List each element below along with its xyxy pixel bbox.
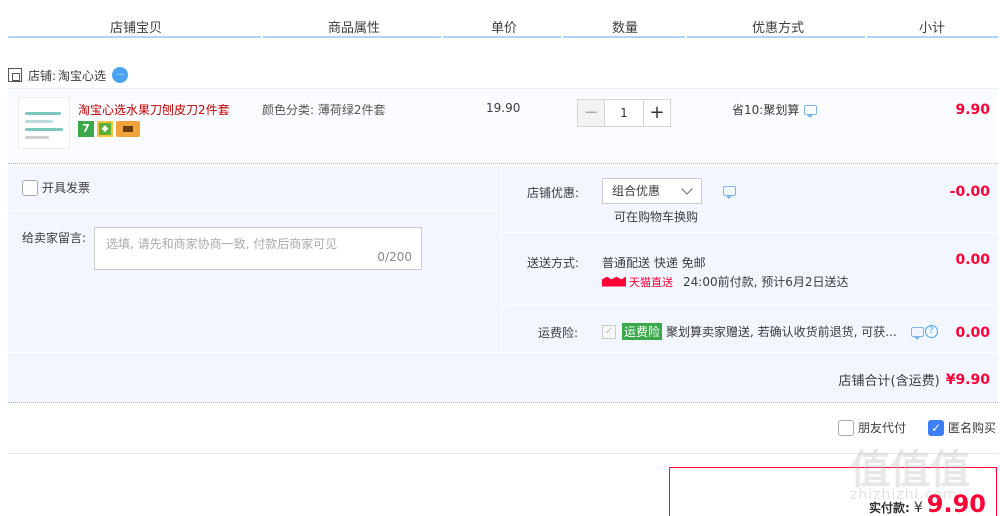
friend-pay-option[interactable]: 朋友代付 <box>837 419 906 436</box>
header-divider <box>867 36 998 38</box>
anonymous-option[interactable]: ✓ 匿名购买 <box>927 419 996 436</box>
shipping-eta-row: 天猫直送 24:00前付款, 预计6月2日送达 <box>602 273 848 290</box>
anonymous-label: 匿名购买 <box>947 421 996 435</box>
memo-placeholder: 选填, 请先和商家协商一致, 付款后商家可见 <box>106 237 338 251</box>
insurance-checkbox[interactable]: ✓ <box>602 324 616 339</box>
header-divider <box>443 36 561 38</box>
col-subtotal: 小计 <box>919 21 946 36</box>
guarantee-icon[interactable]: ◆ <box>97 121 113 137</box>
col-price: 单价 <box>491 21 518 36</box>
col-qty: 数量 <box>612 21 639 36</box>
product-attribute: 颜色分类: 薄荷绿2件套 <box>262 103 386 117</box>
insurance-description: 聚划算卖家赠送, 若确认收货前退货, 可获... <box>666 325 897 339</box>
discount-amount: -0.00 <box>949 184 990 200</box>
panel-divider <box>8 352 998 353</box>
col-attr: 商品属性 <box>328 21 381 36</box>
payment-options: 朋友代付 ✓ 匿名购买 <box>816 419 996 436</box>
quantity-minus-button[interactable]: − <box>577 99 605 127</box>
shop-name-link[interactable]: 淘宝心选 <box>58 67 106 84</box>
shop-label: 店铺: <box>28 68 57 83</box>
item-row: 淘宝心选水果刀刨皮刀2件套 7 ◆ 颜色分类: 薄荷绿2件套 19.90 − 1… <box>8 88 998 164</box>
cart-exchange-hint[interactable]: 可在购物车换购 <box>614 208 698 225</box>
memo-label: 给卖家留言: <box>22 231 87 245</box>
chat-icon[interactable] <box>910 326 924 340</box>
shipping-label: 送送方式: <box>527 256 580 270</box>
insurance-fee: 0.00 <box>955 325 990 341</box>
col-item: 店铺宝贝 <box>110 21 163 36</box>
quantity-input[interactable]: 1 <box>605 99 643 127</box>
tmall-direct-logo: 天猫直送 <box>602 274 673 290</box>
friend-pay-checkbox[interactable] <box>837 419 854 436</box>
panel-divider <box>502 232 998 233</box>
quantity-plus-button[interactable]: + <box>643 99 671 127</box>
col-promo: 优惠方式 <box>752 21 805 36</box>
invoice-option[interactable]: 开具发票 <box>22 179 90 196</box>
header-divider <box>263 36 441 38</box>
tmall-logo-text: 天猫直送 <box>629 275 673 289</box>
order-details-panel: 开具发票 给卖家留言: 选填, 请先和商家协商一致, 付款后商家可见 0/200… <box>8 166 998 403</box>
credit-card-icon[interactable] <box>116 121 140 137</box>
header-divider <box>8 36 261 38</box>
shipping-eta: 24:00前付款, 预计6月2日送达 <box>683 275 849 289</box>
panel-divider <box>502 305 998 306</box>
quantity-stepper: − 1 + <box>577 99 671 127</box>
seven-day-return-icon[interactable]: 7 <box>78 121 94 137</box>
shipping-fee: 0.00 <box>955 252 990 268</box>
panel-divider <box>501 166 502 352</box>
insurance-label: 运费险: <box>538 326 579 340</box>
promotion-text: 省10:聚划算 <box>732 103 800 117</box>
insurance-row: ✓ 运费险 聚划算卖家赠送, 若确认收货前退货, 可获... ? <box>602 323 938 340</box>
product-thumbnail[interactable] <box>18 97 70 149</box>
checkbox-checked-icon[interactable]: ✓ <box>927 419 944 436</box>
tmall-cat-icon <box>602 276 626 287</box>
chat-icon[interactable] <box>723 186 736 199</box>
panel-divider <box>8 210 501 211</box>
item-subtotal: 9.90 <box>955 102 990 118</box>
memo-textarea[interactable]: 选填, 请先和商家协商一致, 付款后商家可见 0/200 <box>94 227 422 270</box>
service-badges: 7 ◆ <box>78 121 140 137</box>
product-title-link[interactable]: 淘宝心选水果刀刨皮刀2件套 <box>78 101 230 118</box>
help-icon[interactable]: ? <box>924 325 938 338</box>
header-divider <box>687 36 865 38</box>
unit-price: 19.90 <box>486 101 521 115</box>
shipping-method: 普通配送 快递 免邮 <box>602 256 706 270</box>
shop-icon <box>8 68 22 82</box>
shop-total-label: 店铺合计(含运费) <box>838 374 940 389</box>
discount-select[interactable]: 组合优惠 <box>602 178 702 204</box>
chat-icon[interactable] <box>804 104 818 118</box>
memo-char-count: 0/200 <box>377 250 412 264</box>
watermark-domain: zhizhizhi.com <box>850 487 958 503</box>
wangwang-icon[interactable]: ⋯ <box>112 67 129 83</box>
promotion: 省10:聚划算 <box>732 101 818 118</box>
shop-total-value: ¥9.90 <box>945 371 990 388</box>
friend-pay-label: 朋友代付 <box>857 421 906 435</box>
shop-total: 店铺合计(含运费) ¥9.90 <box>838 370 990 390</box>
insurance-badge: 运费险 <box>622 323 663 340</box>
invoice-label: 开具发票 <box>42 181 91 195</box>
header-divider <box>563 36 685 38</box>
column-header: 店铺宝贝 商品属性 单价 数量 优惠方式 小计 <box>0 0 1000 50</box>
invoice-checkbox[interactable] <box>22 179 38 196</box>
watermark: 值值值 zhizhizhi.com <box>850 437 990 507</box>
shop-line: 店铺: 淘宝心选 ⋯ <box>8 66 129 84</box>
discount-label: 店铺优惠: <box>527 186 580 200</box>
discount-select-value: 组合优惠 <box>612 184 661 198</box>
chevron-down-icon <box>681 183 693 195</box>
